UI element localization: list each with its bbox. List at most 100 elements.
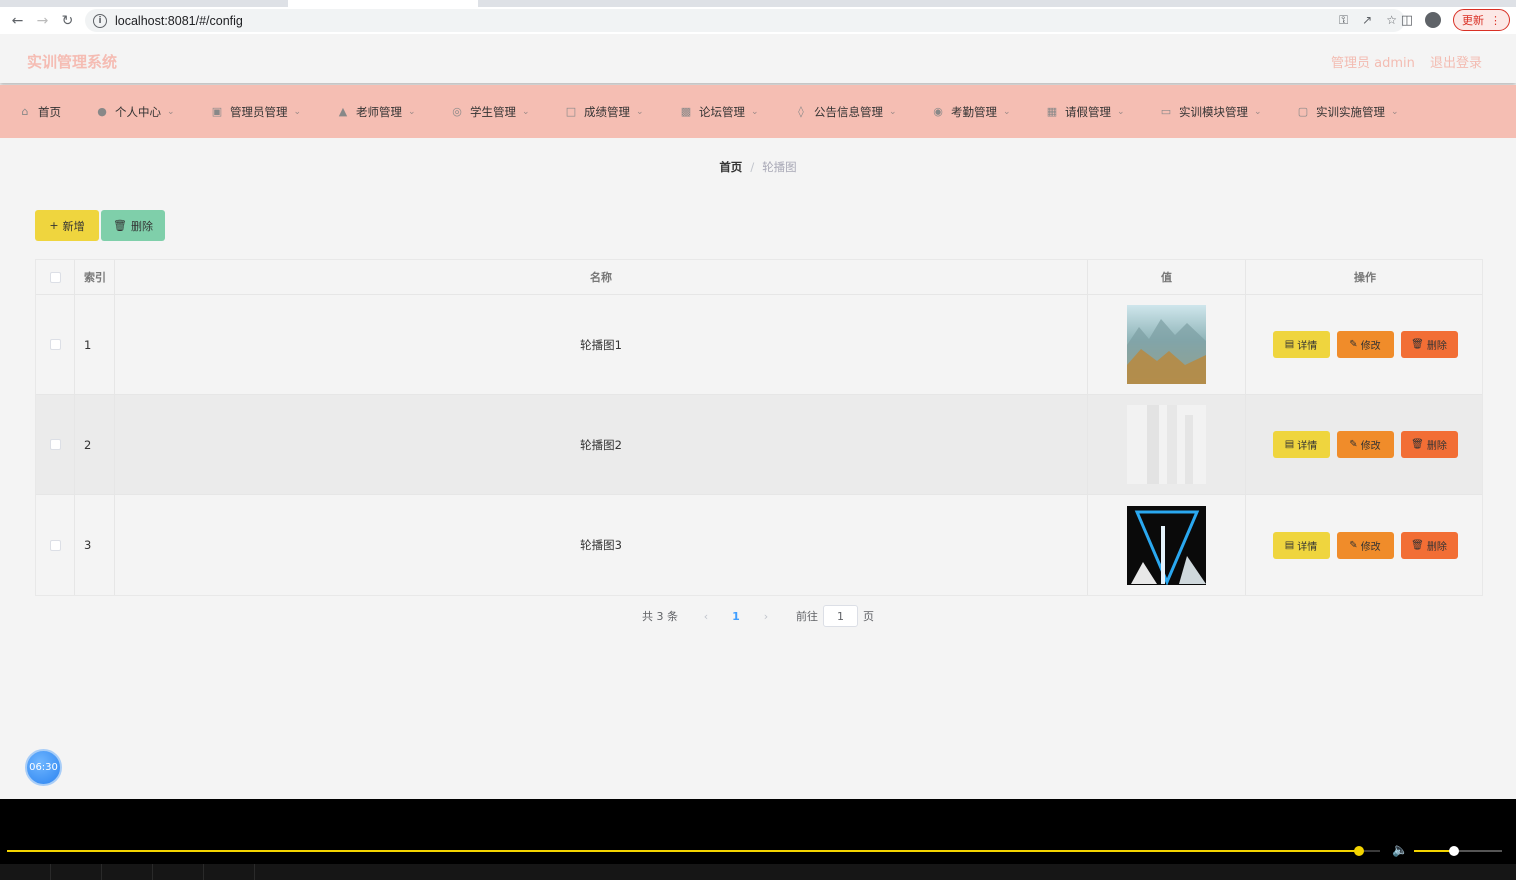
menu-item-label: 成绩管理 <box>584 104 630 119</box>
chevron-down-icon: ⌄ <box>1117 106 1125 117</box>
chevron-left-icon[interactable]: ‹ <box>692 610 720 623</box>
detail-icon: ▤ <box>1284 339 1295 350</box>
site-info-icon[interactable]: i <box>93 13 107 28</box>
edit-label: 修改 <box>1360 341 1381 352</box>
trash-icon: 🗑 <box>113 219 127 232</box>
module-icon: ▭ <box>1160 105 1172 118</box>
menu-item-personal[interactable]: ● 个人中心 ⌄ <box>96 85 174 138</box>
current-user: 管理员 admin <box>1331 56 1415 71</box>
browser-toolbar: ← → ↻ i localhost:8081/#/config ⚿ ↗ ☆ ◫ … <box>0 7 1516 34</box>
taskbar-strip <box>0 864 1516 880</box>
menu-item-label: 考勤管理 <box>951 104 997 119</box>
menu-item-module[interactable]: ▭ 实训模块管理 ⌄ <box>1160 85 1262 138</box>
menu-item-label: 个人中心 <box>115 104 161 119</box>
table-row: 3 轮播图3 ▤ 详情 ✎ 修改 🗑 删除 <box>36 495 1482 595</box>
url-text: localhost:8081/#/config <box>115 13 243 28</box>
address-bar[interactable]: i localhost:8081/#/config ⚿ ↗ ☆ <box>85 9 1405 32</box>
carousel-thumbnail-image <box>1127 405 1206 484</box>
admin-icon: ▣ <box>211 105 223 118</box>
chevron-down-icon: ⌄ <box>751 106 759 117</box>
grade-icon: □ <box>565 105 577 118</box>
sidepanel-icon[interactable]: ◫ <box>1401 13 1413 28</box>
menu-item-leave[interactable]: ▦ 请假管理 ⌄ <box>1046 85 1125 138</box>
select-all-checkbox[interactable] <box>49 271 61 283</box>
menu-item-teacher[interactable]: ▲ 老师管理 ⌄ <box>337 85 416 138</box>
row-checkbox[interactable] <box>49 439 61 450</box>
delete-label: 删除 <box>1426 341 1447 352</box>
volume-handle[interactable] <box>1448 846 1459 856</box>
edit-button[interactable]: ✎ 修改 <box>1336 331 1394 358</box>
detail-button[interactable]: ▤ 详情 <box>1272 431 1330 458</box>
volume-icon[interactable]: 🔈 <box>1392 843 1408 858</box>
menu-item-forum[interactable]: ▩ 论坛管理 ⌄ <box>680 85 759 138</box>
chevron-down-icon: ⌄ <box>1254 106 1262 117</box>
detail-button[interactable]: ▤ 详情 <box>1272 331 1330 358</box>
menu-item-student[interactable]: ◎ 学生管理 ⌄ <box>451 85 529 138</box>
delete-button[interactable]: 🗑 删除 <box>1400 331 1458 358</box>
header-index: 索引 <box>84 271 106 284</box>
detail-label: 详情 <box>1297 541 1318 553</box>
menu-item-attendance[interactable]: ◉ 考勤管理 ⌄ <box>932 85 1010 138</box>
brand-title: 实训管理系统 <box>27 53 118 71</box>
menu-item-notice[interactable]: ◊ 公告信息管理 ⌄ <box>795 85 897 138</box>
detail-button[interactable]: ▤ 详情 <box>1272 531 1330 559</box>
update-label: 更新 <box>1462 14 1484 27</box>
logout-link[interactable]: 退出登录 <box>1430 52 1482 71</box>
chevron-down-icon: ⌄ <box>408 106 416 117</box>
update-button[interactable]: 更新 ⋮ <box>1453 9 1510 31</box>
volume-fill <box>1414 850 1454 852</box>
goto-page-input[interactable] <box>823 605 858 627</box>
back-icon[interactable]: ← <box>5 8 30 33</box>
breadcrumb-home[interactable]: 首页 <box>719 160 742 174</box>
detail-label: 详情 <box>1297 441 1318 452</box>
pagination: 共 3 条 ‹ 1 › 前往 页 <box>0 605 1516 627</box>
trash-icon: 🗑 <box>1411 439 1424 450</box>
breadcrumb: 首页 / 轮播图 <box>0 159 1516 175</box>
forward-icon[interactable]: → <box>30 8 55 33</box>
menu-item-label: 管理员管理 <box>230 104 288 119</box>
browser-tabstrip <box>0 0 1516 7</box>
edit-label: 修改 <box>1360 541 1381 553</box>
page-number[interactable]: 1 <box>720 610 752 623</box>
key-icon[interactable]: ⚿ <box>1339 13 1348 28</box>
breadcrumb-current: 轮播图 <box>762 160 797 174</box>
edit-label: 修改 <box>1360 441 1381 452</box>
chevron-down-icon: ⌄ <box>889 106 897 117</box>
leave-icon: ▦ <box>1046 105 1058 118</box>
edit-icon: ✎ <box>1349 339 1358 350</box>
delete-button[interactable]: 🗑 删除 <box>1400 431 1458 458</box>
edit-button[interactable]: ✎ 修改 <box>1336 531 1394 559</box>
menu-item-admin[interactable]: ▣ 管理员管理 ⌄ <box>211 85 301 138</box>
progress-handle[interactable] <box>1354 846 1365 856</box>
home-icon: ⌂ <box>21 105 29 118</box>
profile-avatar[interactable] <box>1425 12 1441 28</box>
menu-item-home[interactable]: ⌂ 首页 <box>19 85 62 138</box>
delete-button[interactable]: 🗑 删除 <box>1400 531 1458 559</box>
menu-item-grade[interactable]: □ 成绩管理 ⌄ <box>565 85 644 138</box>
row-index: 3 <box>84 538 92 552</box>
batch-delete-button[interactable]: 🗑 删除 <box>101 210 165 241</box>
detail-icon: ▤ <box>1284 439 1295 450</box>
chevron-right-icon[interactable]: › <box>752 610 780 623</box>
reload-icon[interactable]: ↻ <box>55 8 80 33</box>
progress-slider[interactable] <box>7 846 1380 856</box>
row-checkbox[interactable] <box>49 339 61 350</box>
timer-badge[interactable]: 06:30 <box>25 749 62 786</box>
add-button[interactable]: + 新增 <box>35 210 99 241</box>
attendance-icon: ◉ <box>933 105 943 118</box>
volume-slider[interactable] <box>1414 846 1502 856</box>
chevron-down-icon: ⌄ <box>293 106 302 117</box>
menu-item-label: 公告信息管理 <box>814 104 883 119</box>
pagination-total: 共 3 条 <box>642 610 678 623</box>
forum-icon: ▩ <box>680 105 692 118</box>
edit-button[interactable]: ✎ 修改 <box>1336 431 1394 458</box>
row-checkbox[interactable] <box>49 539 61 551</box>
student-icon: ◎ <box>452 105 462 118</box>
bookmark-star-icon[interactable]: ☆ <box>1386 13 1397 28</box>
notice-icon: ◊ <box>798 105 804 118</box>
menu-item-implement[interactable]: ▢ 实训实施管理 ⌄ <box>1297 85 1399 138</box>
top-header: 实训管理系统 管理员 admin 退出登录 <box>0 34 1516 83</box>
page-suffix: 页 <box>863 610 874 623</box>
share-icon[interactable]: ↗ <box>1362 13 1372 28</box>
menu-item-label: 首页 <box>38 104 61 119</box>
